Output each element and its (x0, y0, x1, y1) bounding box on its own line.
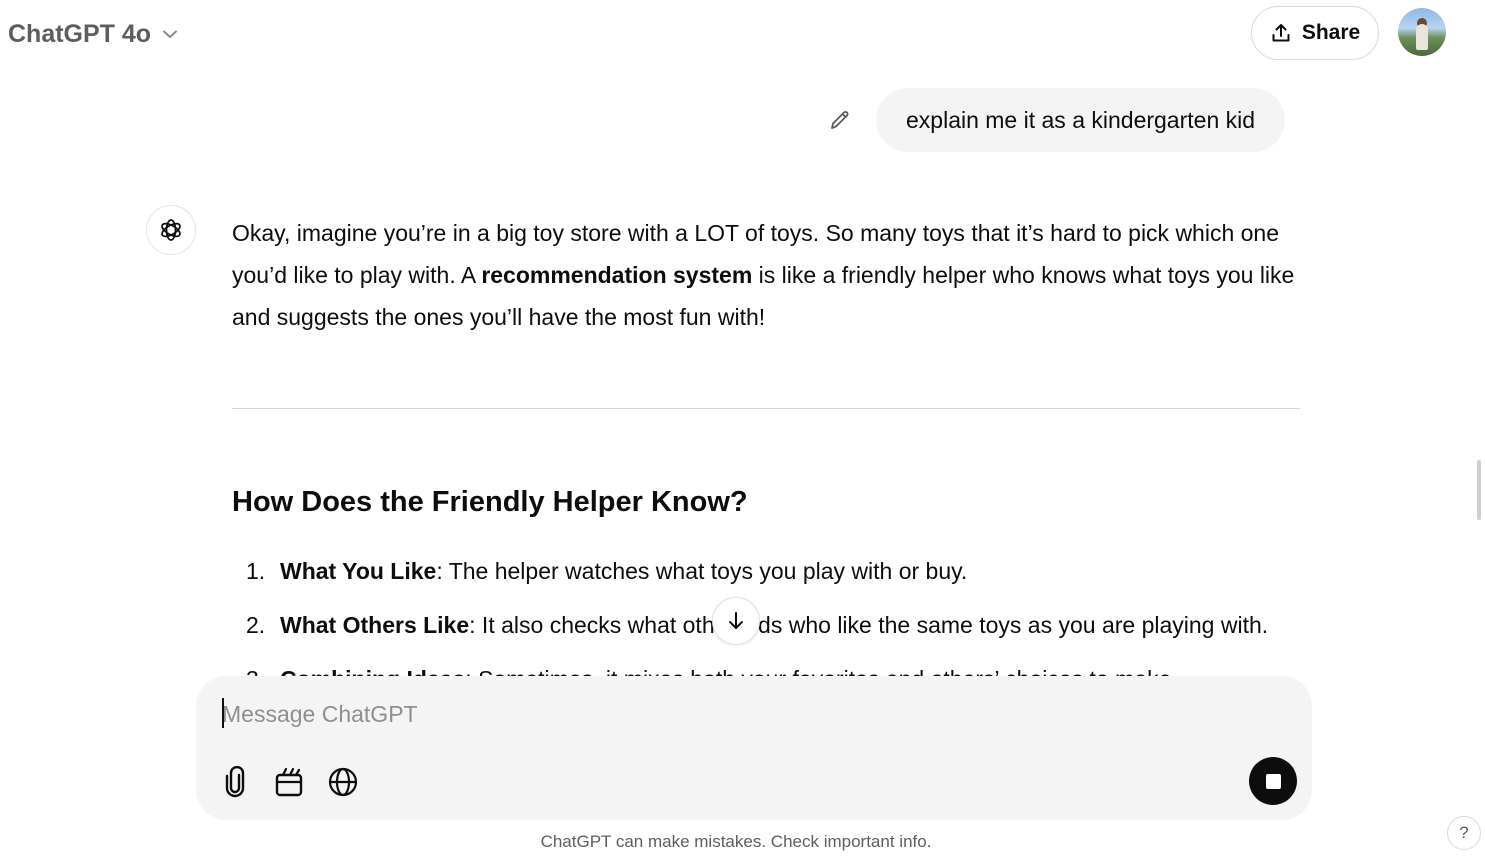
model-label: ChatGPT 4o (8, 19, 152, 48)
chevron-down-icon (163, 30, 178, 38)
user-message-bubble: explain me it as a kindergarten kid (876, 88, 1286, 152)
list-item-title: Combining Ideas (280, 666, 465, 677)
share-label: Share (1301, 21, 1361, 44)
list-item: 1. What You Like: The helper watches wha… (232, 544, 1302, 598)
list-number: 1. (246, 557, 266, 584)
share-button[interactable]: Share (1251, 6, 1379, 60)
top-bar: ChatGPT 4o Share (0, 0, 1485, 68)
assistant-intro-paragraph: Okay, imagine you’re in a big toy store … (232, 212, 1302, 338)
paperclip-icon (225, 766, 245, 798)
user-message-text: explain me it as a kindergarten kid (906, 106, 1256, 133)
scroll-to-bottom-button[interactable] (712, 597, 760, 645)
pencil-icon (831, 111, 849, 129)
message-composer (196, 676, 1312, 820)
divider (232, 408, 1300, 409)
assistant-avatar (146, 205, 196, 255)
explanation-list: 1. What You Like: The helper watches wha… (232, 544, 1302, 677)
scrollbar-thumb[interactable] (1477, 460, 1481, 520)
stop-icon (1265, 773, 1281, 789)
stop-generating-button[interactable] (1249, 757, 1297, 805)
list-item-title: What You Like (280, 557, 437, 584)
list-item-title: What Others Like (280, 611, 470, 638)
intro-bold-term: recommendation system (481, 262, 753, 288)
section-heading: How Does the Friendly Helper Know? (232, 486, 748, 518)
list-item-text: : The helper watches what toys you play … (436, 557, 968, 584)
tools-button[interactable] (269, 762, 309, 802)
globe-icon (328, 767, 358, 797)
attach-button[interactable] (215, 762, 255, 802)
list-item: 3. Combining Ideas: Sometimes, it mixes … (232, 652, 1302, 677)
list-item: 2. What Others Like: It also checks what… (232, 598, 1302, 652)
list-number: 3. (246, 666, 265, 677)
web-search-button[interactable] (323, 762, 363, 802)
message-input[interactable] (222, 692, 1222, 736)
toolbox-icon (275, 767, 303, 797)
list-number: 2. (246, 611, 266, 638)
text-caret (222, 698, 224, 728)
openai-logo-icon (161, 219, 181, 241)
help-button[interactable]: ? (1447, 816, 1481, 850)
disclaimer-text: ChatGPT can make mistakes. Check importa… (540, 832, 932, 851)
model-selector[interactable]: ChatGPT 4o (8, 14, 179, 54)
upload-icon (1272, 24, 1290, 42)
arrow-down-icon (729, 612, 743, 629)
chat-app: ChatGPT 4o Share explain me it as a kind… (0, 0, 1485, 859)
list-item-text: : It also checks what other kids who lik… (469, 611, 1269, 638)
list-item-text: : Sometimes, it mixes both your favorite… (465, 666, 1171, 677)
edit-message-button[interactable] (822, 102, 858, 138)
avatar[interactable] (1398, 8, 1446, 56)
